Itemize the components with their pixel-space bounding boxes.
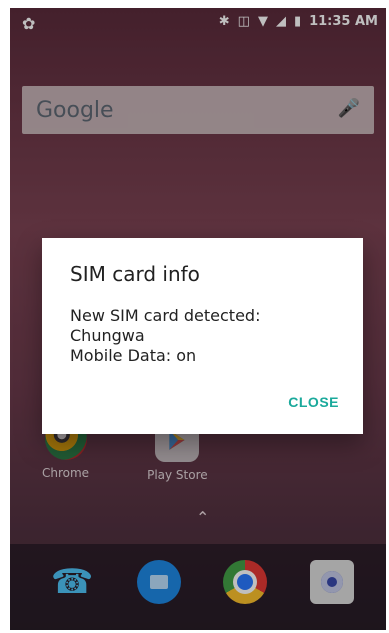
- message-line-1: New SIM card detected:: [70, 306, 261, 325]
- close-button[interactable]: CLOSE: [282, 388, 345, 416]
- message-line-3: Mobile Data: on: [70, 346, 197, 365]
- sim-info-dialog: SIM card info New SIM card detected: Chu…: [42, 238, 363, 434]
- dialog-message: New SIM card detected: Chungwa Mobile Da…: [70, 306, 260, 366]
- phone-screen: ✿ ✱ ◫ ▼ ◢ ▮ 11:35 AM Google 🎤 Chrome Pla…: [10, 8, 386, 630]
- dialog-title: SIM card info: [70, 262, 200, 286]
- message-line-2: Chungwa: [70, 326, 145, 345]
